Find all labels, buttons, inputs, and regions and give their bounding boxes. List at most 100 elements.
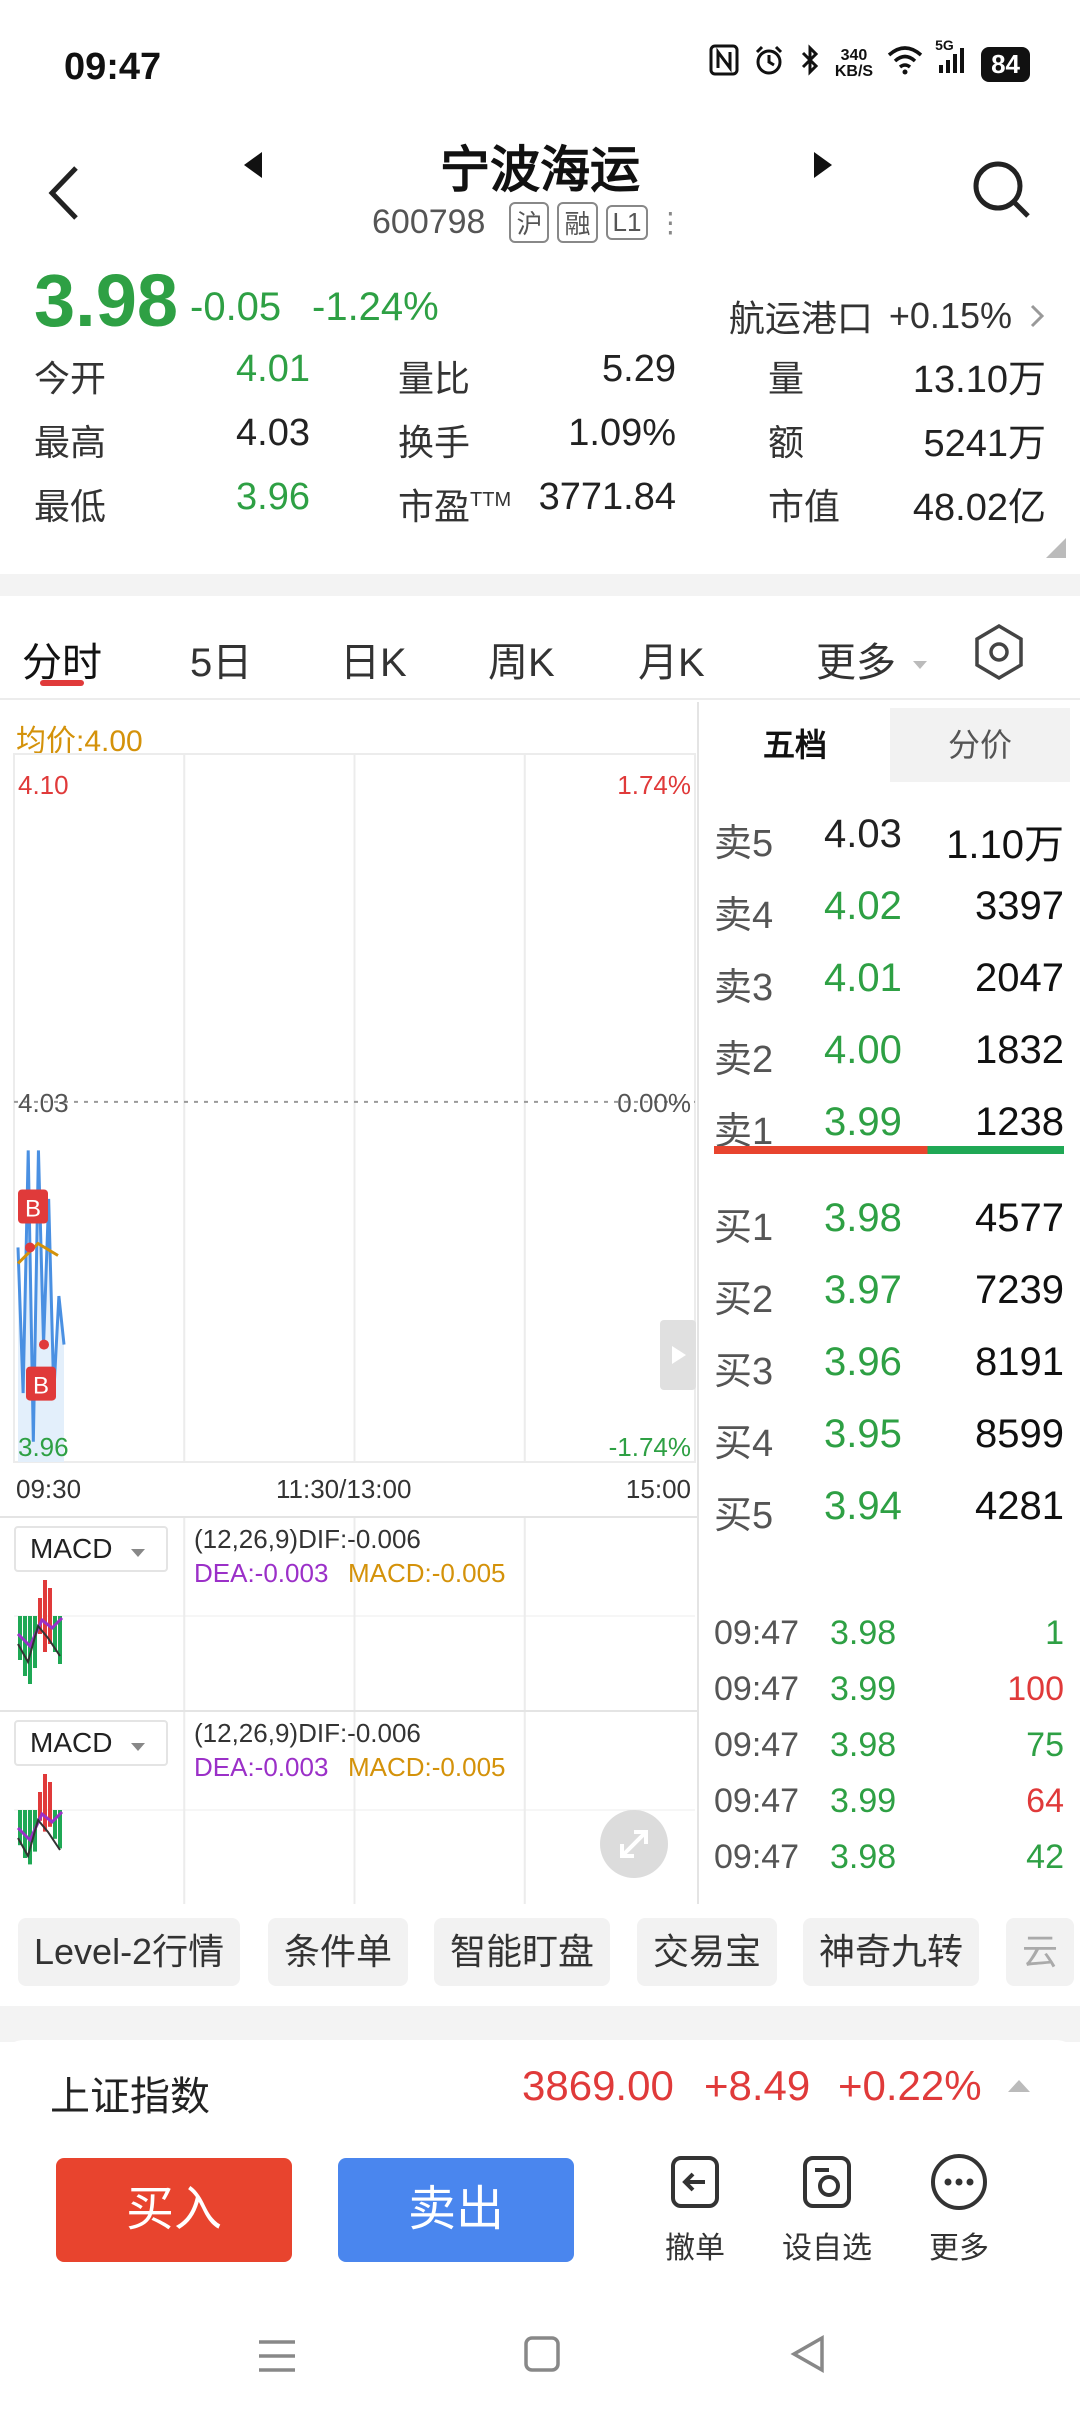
indicator-macd-2: MACD:-0.005 (348, 1752, 506, 1782)
sell-button[interactable]: 卖出 (338, 2158, 574, 2262)
tool-trade-assistant[interactable]: 交易宝 (637, 1918, 778, 1986)
tab-price-distribution[interactable]: 分价 (890, 708, 1070, 782)
bid-row[interactable]: 买4 3.95 8599 (714, 1402, 1064, 1472)
cancel-order-icon (671, 2156, 719, 2208)
tool-conditional-order[interactable]: 条件单 (268, 1918, 409, 1986)
bid-row[interactable]: 买2 3.97 7239 (714, 1258, 1064, 1328)
trade-point (39, 1339, 49, 1350)
ask-row[interactable]: 卖4 4.02 3397 (714, 874, 1064, 944)
ask-row[interactable]: 卖2 4.00 1832 (714, 1018, 1064, 1088)
stat-label: 换手 (398, 422, 471, 463)
home-square-icon[interactable] (522, 2334, 562, 2374)
order-book: 五档 分价 卖5 4.03 1.10万 卖4 4.02 3397 卖3 4.01 2047 卖2 4… (700, 702, 1080, 2286)
bid-price: 3.94 (824, 1484, 902, 1528)
x-axis-mid-label: 11:30/13:00 (276, 1474, 412, 1504)
more-dots-circle-icon (931, 2154, 987, 2210)
add-watchlist-button[interactable]: 设自选 (772, 2152, 882, 2267)
index-name[interactable]: 上证指数 (50, 2064, 210, 2122)
tool-magic-nine[interactable]: 神奇九转 (803, 1918, 980, 1986)
bid-row[interactable]: 买5 3.94 4281 (714, 1474, 1064, 1544)
bid-label: 买5 (714, 1495, 774, 1537)
alarm-icon (753, 44, 785, 84)
indicator-macd-1: MACD:-0.005 (348, 1558, 506, 1588)
tick-volume: 64 (1026, 1782, 1064, 1820)
tick-row: 09:47 3.98 1 (714, 1608, 1064, 1658)
expand-arrows-icon (620, 1830, 648, 1858)
ask-price: 4.00 (824, 1028, 902, 1072)
bid-volume: 8191 (975, 1340, 1064, 1384)
pct-axis-top-label: 1.74% (617, 770, 691, 800)
tick-price: 3.99 (830, 1782, 897, 1820)
tag-level1: L1 (605, 205, 649, 240)
tab-monthly-k[interactable]: 月K (638, 630, 705, 688)
fullscreen-button[interactable] (600, 1810, 668, 1878)
bid-volume: 4281 (975, 1484, 1064, 1528)
tag-margin: 融 (557, 202, 598, 243)
status-icons: 340 KB/S 5G 84 (709, 37, 1030, 84)
stat-value: 5.29 (602, 348, 676, 390)
stock-header: 宁波海运 600798 沪 融 L1 ⋮ (0, 120, 1080, 260)
indicator-params-1: (12,26,9)DIF:-0.006 (194, 1524, 421, 1554)
y-axis-top-label: 4.10 (18, 770, 69, 800)
tag-shanghai: 沪 (509, 202, 550, 243)
tick-volume: 1 (1045, 1614, 1064, 1652)
tick-volume: 75 (1026, 1726, 1064, 1764)
dropdown-caret-icon (131, 1743, 146, 1751)
tick-price: 3.98 (830, 1726, 897, 1764)
bid-row[interactable]: 买1 3.98 4577 (714, 1186, 1064, 1256)
ask-row[interactable]: 卖3 4.01 2047 (714, 946, 1064, 1016)
sector-link[interactable]: 航运港口 +0.15% (729, 290, 1046, 342)
tab-more[interactable]: 更多 (816, 630, 929, 688)
tool-cloud[interactable]: 云 (1006, 1918, 1075, 1986)
ask-volume: 1238 (975, 1100, 1064, 1144)
bid-price: 3.95 (824, 1412, 902, 1456)
tab-weekly-k[interactable]: 周K (488, 630, 555, 688)
buy-marker-label: B (33, 1373, 49, 1400)
tool-level2[interactable]: Level-2行情 (18, 1918, 241, 1986)
stat-value: 1.09% (568, 412, 676, 454)
ask-share-bar (927, 1146, 1064, 1154)
tab-5day[interactable]: 5日 (190, 630, 252, 688)
section-divider-2 (0, 2006, 1080, 2042)
price-change-percent: -1.24% (312, 285, 439, 329)
ask-price: 4.01 (824, 956, 902, 1000)
index-expand-caret-icon[interactable] (1008, 2080, 1030, 2092)
indicator-params-2: (12,26,9)DIF:-0.006 (194, 1718, 421, 1748)
current-price: 3.98 (34, 259, 179, 342)
nfc-icon (709, 44, 739, 84)
next-stock-button[interactable] (810, 150, 836, 188)
back-triangle-icon[interactable] (788, 2334, 828, 2374)
buy-button[interactable]: 买入 (56, 2158, 292, 2262)
bid-label: 买2 (714, 1279, 774, 1321)
ask-row[interactable]: 卖5 4.03 1.10万 (714, 802, 1064, 872)
search-button[interactable] (970, 158, 1034, 222)
bid-row[interactable]: 买3 3.96 8191 (714, 1330, 1064, 1400)
tick-price: 3.98 (830, 1838, 897, 1876)
chart-settings-button[interactable] (972, 622, 1026, 682)
cancel-order-button[interactable]: 撤单 (640, 2152, 750, 2267)
stat-value: 13.10万 (912, 359, 1046, 401)
tick-price: 3.98 (830, 1614, 897, 1652)
more-button[interactable]: 更多 (904, 2152, 1014, 2267)
ask-volume: 2047 (975, 956, 1064, 1000)
pct-axis-mid-label: 0.00% (617, 1088, 691, 1118)
stat-label: 额 (768, 422, 805, 463)
bluetooth-icon (799, 44, 821, 84)
tick-volume: 42 (1026, 1838, 1064, 1876)
tab-daily-k[interactable]: 日K (340, 630, 407, 688)
bid-volume: 7239 (975, 1268, 1064, 1312)
chart-expand-handle[interactable] (660, 1320, 696, 1390)
chevron-right-icon (1030, 304, 1045, 328)
menu-icon[interactable] (255, 2336, 299, 2376)
ask-volume: 1.10万 (946, 823, 1064, 867)
more-dots-icon[interactable]: ⋮ (656, 208, 684, 236)
indicator-selector-1[interactable]: MACD (14, 1526, 168, 1572)
stats-collapse-corner[interactable] (1046, 538, 1066, 558)
indicator-selector-2[interactable]: MACD (14, 1720, 168, 1766)
tool-smart-watch[interactable]: 智能盯盘 (434, 1918, 611, 1986)
tick-row: 09:47 3.99 100 (714, 1664, 1064, 1714)
ask-label: 卖2 (714, 1039, 774, 1081)
intraday-chart[interactable]: 均价:4.00 BB 4.10 1.74% 4.03 0.00% 3.96 -1… (0, 702, 697, 1904)
ask-label: 卖3 (714, 967, 774, 1009)
tab-five-level[interactable]: 五档 (700, 708, 890, 782)
